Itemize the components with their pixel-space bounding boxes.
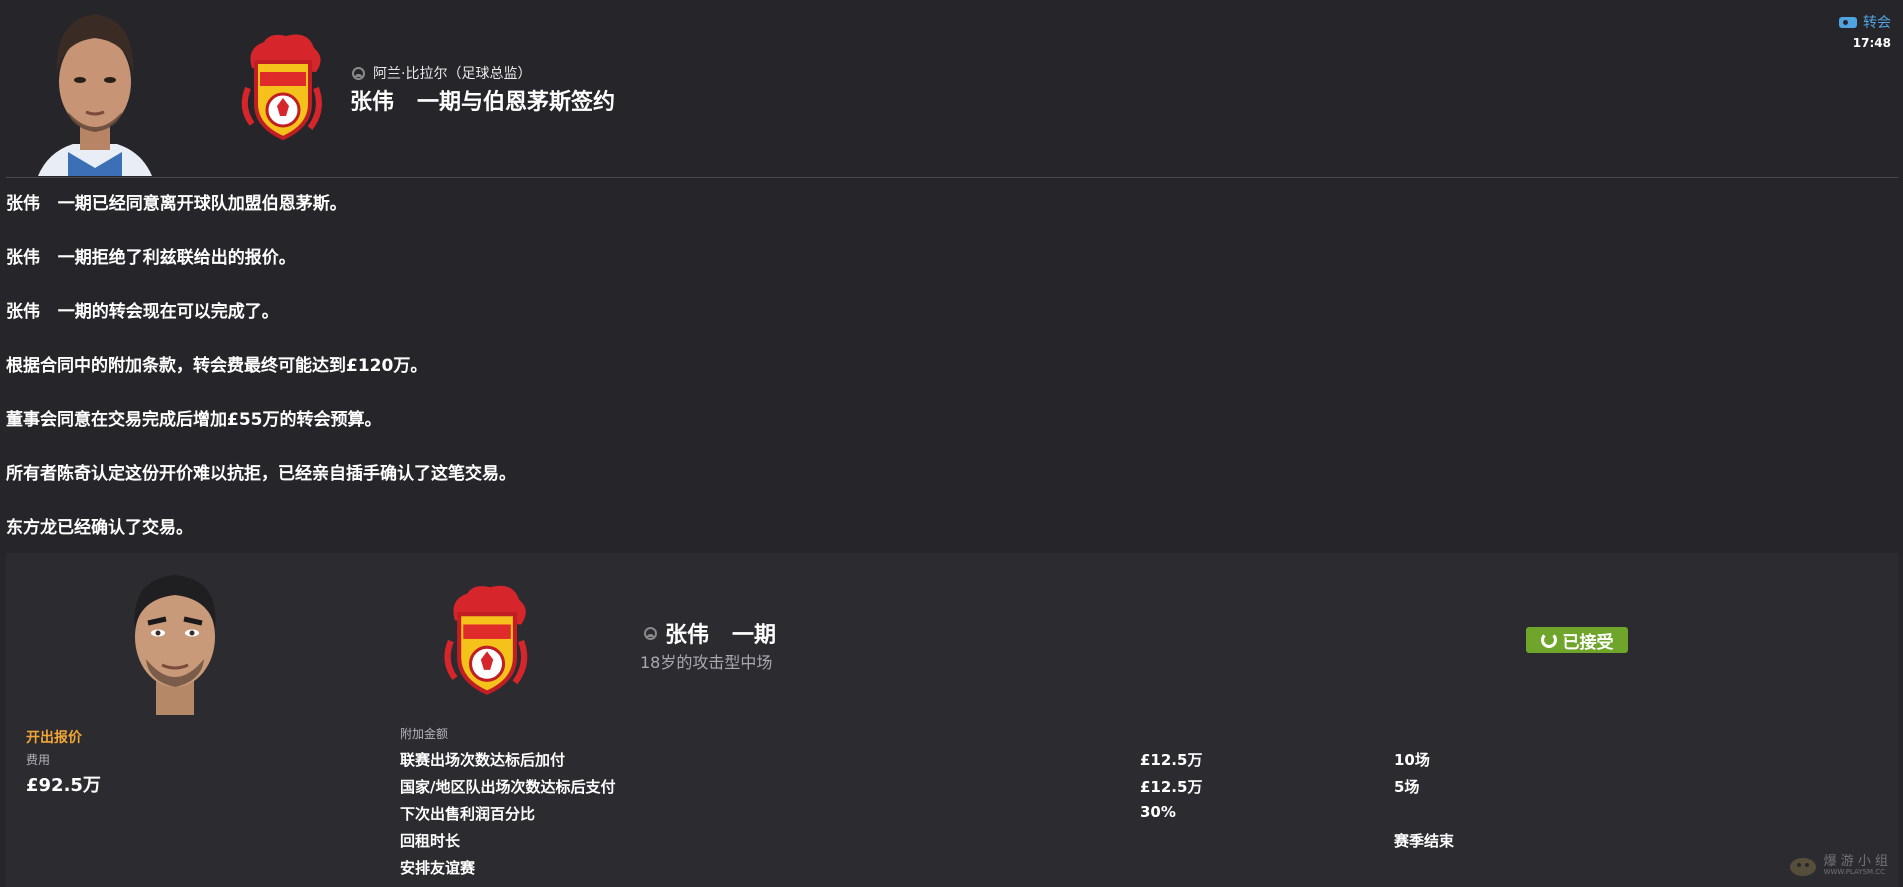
watermark-sub: WWW.PLAYSM.CC <box>1823 868 1886 876</box>
tag-icon <box>1839 16 1857 28</box>
watermark-text: 爆 游 小 组 <box>1823 854 1888 869</box>
player-name[interactable]: 张伟 一期 <box>665 617 776 649</box>
fee-label: 费用 <box>26 753 51 767</box>
person-icon <box>352 66 365 80</box>
status-label: 已接受 <box>1562 632 1614 653</box>
accepted-status-badge: 已接受 <box>1526 627 1628 653</box>
body-line: 张伟 一期拒绝了利兹联给出的报价。 <box>6 248 296 268</box>
addon-amount: £12.5万 <box>1140 751 1203 769</box>
person-icon <box>644 626 657 640</box>
body-line: 张伟 一期已经同意离开球队加盟伯恩茅斯。 <box>6 194 347 214</box>
sender-avatar[interactable] <box>28 2 162 176</box>
message-title: 张伟 一期与伯恩茅斯签约 <box>350 90 615 115</box>
message-meta: 转会 17:48 <box>1839 12 1891 50</box>
addon-name: 下次出售利润百分比 <box>400 805 536 823</box>
addon-amount: 30% <box>1140 803 1176 821</box>
player-name-row: 张伟 一期 <box>644 617 776 649</box>
addon-row: 下次出售利润百分比 30% <box>400 803 1500 825</box>
addon-row: 安排友谊赛 <box>400 857 1500 879</box>
message-body: 张伟 一期已经同意离开球队加盟伯恩茅斯。 张伟 一期拒绝了利兹联给出的报价。 张… <box>6 193 1886 571</box>
category-tag[interactable]: 转会 <box>1839 12 1891 32</box>
addon-row: 联赛出场次数达标后加付 £12.5万 10场 <box>400 749 1500 771</box>
addon-row: 回租时长 赛季结束 <box>400 830 1500 852</box>
club-badge[interactable] <box>438 579 534 703</box>
body-line: 所有者陈奇认定这份开价难以抗拒，已经亲自插手确认了这笔交易。 <box>6 464 516 484</box>
addon-condition: 赛季结束 <box>1394 832 1455 850</box>
message-header: 阿兰·比拉尔（足球总监） 张伟 一期与伯恩茅斯签约 转会 17:48 <box>0 0 1903 178</box>
player-avatar[interactable] <box>122 569 228 715</box>
fee-value: £92.5万 <box>26 775 101 796</box>
body-line: 根据合同中的附加条款，转会费最终可能达到£120万。 <box>6 356 428 376</box>
body-line: 张伟 一期的转会现在可以完成了。 <box>6 302 279 322</box>
addon-name: 安排友谊赛 <box>400 859 476 877</box>
watermark: 爆 游 小 组 WWW.PLAYSM.CC <box>1788 855 1888 877</box>
sender-line: 阿兰·比拉尔（足球总监） <box>352 64 531 82</box>
addon-name: 回租时长 <box>400 832 461 850</box>
addon-condition: 5场 <box>1394 778 1420 796</box>
addon-name: 联赛出场次数达标后加付 <box>400 751 566 769</box>
transfer-card: 张伟 一期 18岁的攻击型中场 已接受 开出报价 费用 £92.5万 附加金额 … <box>6 553 1898 887</box>
sender-name[interactable]: 阿兰·比拉尔（足球总监） <box>373 63 531 83</box>
offer-heading: 开出报价 <box>26 730 82 746</box>
watermark-logo-icon <box>1789 858 1816 876</box>
body-line: 董事会同意在交易完成后增加£55万的转会预算。 <box>6 410 382 430</box>
message-time: 17:48 <box>1852 36 1891 50</box>
player-description: 18岁的攻击型中场 <box>640 653 773 672</box>
addons-label: 附加金额 <box>400 727 449 741</box>
addon-name: 国家/地区队出场次数达标后支付 <box>400 778 616 796</box>
header-divider <box>6 177 1898 178</box>
club-badge[interactable] <box>236 28 328 148</box>
addon-condition: 10场 <box>1394 751 1430 769</box>
addon-amount: £12.5万 <box>1140 778 1203 796</box>
category-label: 转会 <box>1863 15 1891 31</box>
refresh-icon <box>1540 632 1557 648</box>
addon-row: 国家/地区队出场次数达标后支付 £12.5万 5场 <box>400 776 1500 798</box>
